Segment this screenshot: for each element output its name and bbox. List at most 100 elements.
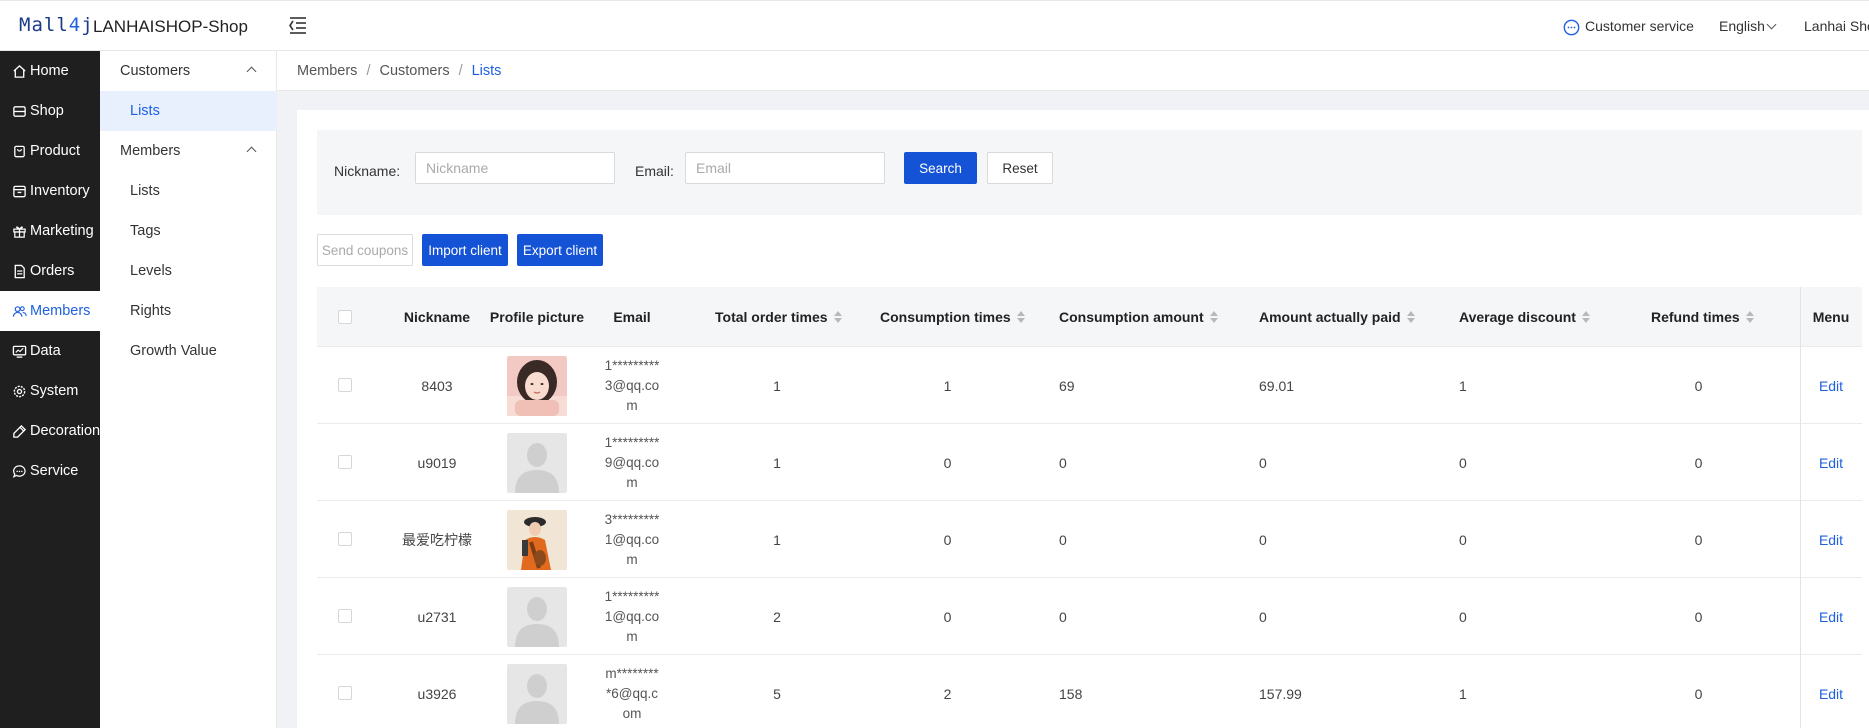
avatar (507, 355, 567, 416)
sidebar-item-members[interactable]: Members (0, 291, 100, 331)
avatar (507, 509, 567, 570)
sort-icon[interactable] (1406, 311, 1415, 323)
cell-consumption-times: 0 (943, 531, 952, 548)
subnav-group-label: Customers (120, 63, 191, 79)
collapse-menu-icon[interactable] (288, 15, 310, 35)
sidebar-item-label: Decoration (30, 423, 100, 439)
cell-nickname: 8403 (421, 377, 453, 394)
row-checkbox[interactable] (338, 455, 352, 469)
sidebar-item-decoration[interactable]: Decoration (0, 411, 100, 451)
sidebar-item-label: Shop (30, 103, 64, 119)
row-checkbox[interactable] (338, 532, 352, 546)
sort-icon[interactable] (1745, 311, 1754, 323)
subnav-item-levels[interactable]: Levels (100, 251, 277, 291)
sort-icon[interactable] (833, 311, 842, 323)
decoration-icon (13, 424, 27, 438)
subnav-item-customer-lists[interactable]: Lists (100, 91, 277, 131)
row-checkbox[interactable] (338, 609, 352, 623)
col-consumption-times[interactable]: Consumption times (880, 287, 1025, 347)
cell-total-order-times: 1 (773, 377, 781, 394)
sidebar-item-product[interactable]: Product (0, 131, 100, 171)
col-amount-actually-paid[interactable]: Amount actually paid (1259, 287, 1415, 347)
language-selector[interactable]: English (1719, 18, 1777, 34)
row-checkbox[interactable] (338, 378, 352, 392)
email-text: 1*********3@qq.com (604, 357, 660, 413)
nickname-input[interactable] (415, 152, 615, 184)
subnav-item-tags[interactable]: Tags (100, 211, 277, 251)
cell-average-discount: 1 (1459, 377, 1467, 394)
cell-amount-actually-paid: 0 (1259, 454, 1267, 471)
customer-service-link[interactable]: Customer service (1585, 18, 1694, 34)
sidebar-item-marketing[interactable]: Marketing (0, 211, 100, 251)
cell-consumption-times: 2 (943, 685, 952, 702)
sidebar-item-shop[interactable]: Shop (0, 91, 100, 131)
cell-total-order-times: 1 (773, 454, 781, 471)
sidebar-item-inventory[interactable]: Inventory (0, 171, 100, 211)
cell-amount-actually-paid: 69.01 (1259, 377, 1295, 394)
chevron-up-icon (246, 146, 257, 157)
cell-amount-actually-paid: 0 (1259, 608, 1267, 625)
sidebar-item-service[interactable]: Service (0, 451, 100, 491)
cell-average-discount: 1 (1459, 685, 1467, 702)
sidebar-item-system[interactable]: System (0, 371, 100, 411)
search-panel: Nickname: Email: Search Reset (317, 130, 1862, 215)
subnav-item-member-lists[interactable]: Lists (100, 171, 277, 211)
logo: Mall4j (19, 14, 94, 36)
cell-refund-times: 0 (1694, 454, 1703, 471)
breadcrumb-customers[interactable]: Customers (379, 63, 449, 79)
search-button[interactable]: Search (904, 152, 977, 184)
cell-email: 1*********9@qq.com (587, 424, 677, 501)
email-input[interactable] (685, 152, 885, 184)
home-icon (13, 64, 26, 78)
sort-icon[interactable] (1581, 311, 1590, 323)
customer-service-icon[interactable] (1563, 19, 1580, 36)
export-client-button[interactable]: Export client (517, 234, 603, 266)
cell-nickname: 最爱吃柠檬 (402, 531, 472, 548)
sort-icon[interactable] (1209, 311, 1218, 323)
top-header: Mall4j LANHAISHOP-Shop Customer service … (0, 0, 1869, 51)
subnav-item-growth-value[interactable]: Growth Value (100, 331, 277, 371)
sidebar-item-home[interactable]: Home (0, 51, 100, 91)
breadcrumb-members[interactable]: Members (297, 63, 357, 79)
cell-total-order-times: 2 (773, 608, 781, 625)
subnav-group-members[interactable]: Members (100, 131, 277, 171)
sidebar-item-label: Home (30, 63, 69, 79)
inventory-icon (13, 185, 26, 197)
sidebar-item-data[interactable]: Data (0, 331, 100, 371)
sort-icon[interactable] (1016, 311, 1025, 323)
nickname-label: Nickname: (334, 163, 401, 179)
col-consumption-amount[interactable]: Consumption amount (1059, 287, 1218, 347)
subnav-item-rights[interactable]: Rights (100, 291, 277, 331)
import-client-button[interactable]: Import client (422, 234, 508, 266)
col-refund-times[interactable]: Refund times (1651, 287, 1754, 347)
shop-icon (13, 105, 26, 117)
table-row: 8403 1*********3@qq.com 1 1 69 69.01 1 0… (317, 347, 1862, 424)
email-text: 1*********1@qq.com (604, 588, 660, 644)
email-label: Email: (635, 163, 674, 179)
cell-amount-actually-paid: 157.99 (1259, 685, 1302, 702)
default-avatar-icon (507, 663, 567, 724)
cell-total-order-times: 1 (773, 531, 781, 548)
sidebar-item-label: Orders (30, 263, 75, 279)
send-coupons-button[interactable]: Send coupons (317, 234, 413, 266)
cell-refund-times: 0 (1694, 377, 1703, 394)
cell-profile-picture (487, 501, 587, 578)
user-menu[interactable]: Lanhai Shop (1804, 18, 1869, 34)
sidebar-item-orders[interactable]: Orders (0, 251, 100, 291)
row-checkbox[interactable] (338, 686, 352, 700)
subnav-group-label: Members (120, 143, 181, 159)
data-icon (12, 345, 27, 358)
col-profile-picture: Profile picture (489, 309, 585, 325)
default-avatar-icon (507, 432, 567, 493)
email-text: m*********6@qq.com (605, 665, 659, 721)
col-average-discount[interactable]: Average discount (1459, 287, 1590, 347)
email-text: 3*********1@qq.com (604, 511, 660, 567)
subnav-group-customers[interactable]: Customers (100, 51, 277, 91)
col-total-order-times[interactable]: Total order times (715, 287, 842, 347)
select-all-checkbox[interactable] (338, 310, 352, 324)
sidebar-item-label: Inventory (30, 183, 90, 199)
col-label: Total order times (715, 309, 828, 325)
sidebar-item-label: Service (30, 463, 79, 479)
cell-average-discount: 0 (1459, 531, 1467, 548)
reset-button[interactable]: Reset (987, 152, 1053, 184)
